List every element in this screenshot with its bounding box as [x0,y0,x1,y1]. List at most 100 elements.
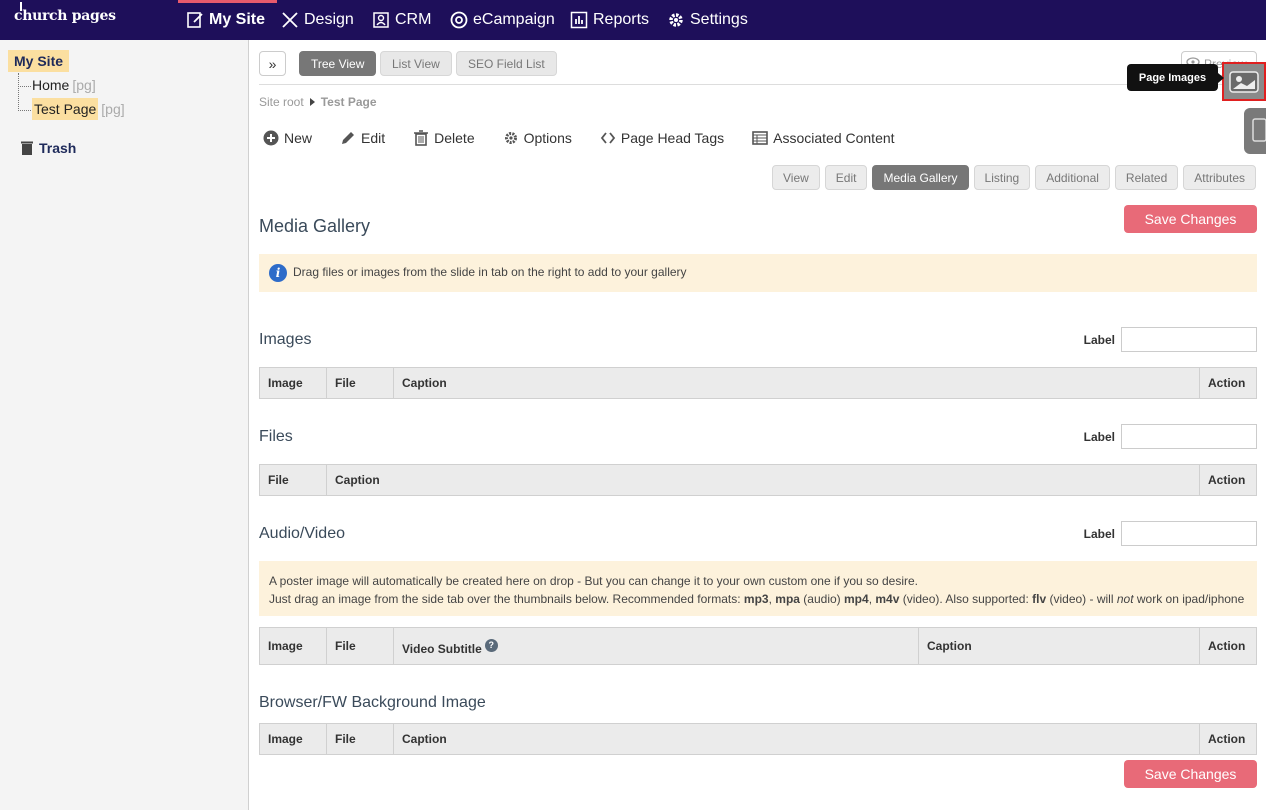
breadcrumb-current: Test Page [320,95,377,109]
tree-node-test-page[interactable]: Test Page [pg] [32,98,125,120]
tree-view-button[interactable]: Tree View [299,51,377,76]
seo-field-list-button[interactable]: SEO Field List [456,51,557,76]
page-type-tag: [pg] [101,101,125,117]
contacts-icon [373,12,389,28]
files-label-input[interactable] [1121,424,1257,449]
plus-circle-icon [263,130,279,146]
nav-reports[interactable]: Reports [570,0,649,40]
column-header: File [327,724,394,754]
tree-connector [18,86,31,87]
images-label-field: Label [1084,327,1257,352]
tree-node-label: Home [32,77,70,93]
associated-content-button[interactable]: Associated Content [752,128,895,148]
info-notice: i Drag files or images from the slide in … [259,254,1257,292]
tree-node-label: Test Page [32,98,99,120]
list-view-button[interactable]: List View [380,51,452,76]
pencil-icon [342,132,355,144]
divider [259,84,1256,85]
label-text: Label [1083,429,1115,444]
edit-page-icon [187,12,203,28]
document-icon [1252,118,1266,142]
label-text: Label [1083,332,1115,347]
page-images-tooltip: Page Images [1127,64,1224,91]
column-header: Action [1208,732,1246,746]
design-tools-icon [282,12,298,28]
tree-node-trash[interactable]: Trash [20,140,76,156]
audio-video-table-header: Image File Video Subtitle? Caption Actio… [259,627,1257,665]
label-text: Label [1083,526,1115,541]
save-changes-button[interactable]: Save Changes [1124,205,1257,233]
column-header: Action [1208,376,1246,390]
info-notice-text: Drag files or images from the slide in t… [293,265,687,280]
column-header: Caption [394,368,1200,398]
audio-video-section-title: Audio/Video [259,525,345,542]
new-button[interactable]: New [263,128,312,148]
nav-crm[interactable]: CRM [372,0,431,40]
info-icon: i [269,264,287,282]
breadcrumb: Site root Test Page [259,95,377,109]
nav-my-site[interactable]: My Site [177,0,278,40]
gear-icon [669,13,683,27]
gear-icon [504,132,517,144]
page-action-bar: New Edit Delete Options Page Head Tags A… [263,128,923,148]
column-header: Action [1208,639,1246,653]
tree-root-my-site[interactable]: My Site [8,50,70,72]
audio-video-label-input[interactable] [1121,521,1257,546]
column-header: File [327,368,394,398]
brand-logo[interactable]: church pages [14,2,116,24]
tab-related[interactable]: Related [1114,165,1179,190]
files-label-field: Label [1084,424,1257,449]
top-navigation: church pages My Site Design CRM eCampaig… [0,0,1266,40]
page-head-tags-button[interactable]: Page Head Tags [600,128,724,148]
tab-view[interactable]: View [772,165,820,190]
audio-video-label-field: Label [1084,521,1257,546]
tree-node-home[interactable]: Home [pg] [32,77,96,93]
column-header: Caption [919,628,1200,664]
audio-video-notice: A poster image will automatically be cre… [259,561,1257,616]
tab-media-gallery[interactable]: Media Gallery [872,165,969,190]
tab-listing[interactable]: Listing [973,165,1031,190]
column-header: File [327,628,394,664]
images-table-header: Image File Caption Action [259,367,1257,399]
help-icon[interactable]: ? [484,638,498,652]
slide-in-files-tab[interactable] [1244,108,1266,154]
save-changes-button-bottom[interactable]: Save Changes [1124,760,1257,788]
notice-line: A poster image will automatically be cre… [269,574,919,588]
column-header: Video Subtitle? [394,628,919,664]
tree-connector [18,110,31,111]
at-sign-icon [450,11,468,29]
tab-additional[interactable]: Additional [1035,165,1110,190]
column-header: Action [1208,473,1246,487]
nav-design[interactable]: Design [281,0,354,40]
bar-chart-icon [570,11,588,29]
page-type-tag: [pg] [72,77,96,93]
column-header: Image [260,724,327,754]
images-label-input[interactable] [1121,327,1257,352]
page-title: Media Gallery [259,216,371,236]
breadcrumb-root[interactable]: Site root [259,95,304,109]
background-image-section-title: Browser/FW Background Image [259,694,486,711]
options-button[interactable]: Options [503,128,572,148]
page-images-tab[interactable] [1222,62,1266,101]
site-tree-sidebar: My Site Home [pg] Test Page [pg] Trash [0,40,249,810]
images-section-title: Images [259,331,312,348]
double-chevron-right-icon: » [268,55,277,72]
column-header: Image [260,368,327,398]
delete-button[interactable]: Delete [413,128,475,148]
breadcrumb-arrow-icon [309,98,315,106]
trash-icon [414,130,429,146]
trash-icon [21,141,33,155]
column-header: Caption [327,465,1200,495]
main-content: » Tree View List View SEO Field List Pre… [249,40,1266,810]
code-brackets-icon [600,132,616,144]
notice-line: Just drag an image from the side tab ove… [269,592,1245,606]
background-image-table-header: Image File Caption Action [259,723,1257,755]
edit-button[interactable]: Edit [340,128,385,148]
image-icon [1229,70,1259,93]
tab-edit[interactable]: Edit [824,165,868,190]
expand-sidebar-button[interactable]: » [259,51,286,76]
tab-attributes[interactable]: Attributes [1183,165,1256,190]
files-section-title: Files [259,428,293,445]
nav-settings[interactable]: Settings [667,0,748,40]
nav-ecampaign[interactable]: eCampaign [450,0,555,40]
